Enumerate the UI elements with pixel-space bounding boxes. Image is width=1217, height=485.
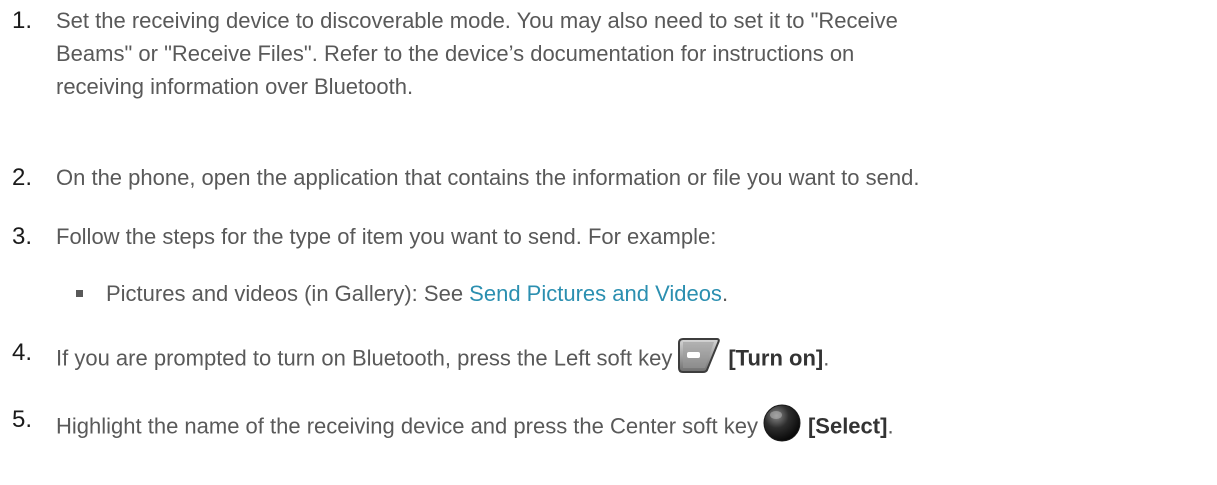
step-number: 3. — [12, 223, 33, 250]
step-number: 1. — [12, 7, 33, 34]
sub-item-text: Pictures and videos (in Gallery): See Se… — [106, 281, 729, 306]
step-text: Set the receiving device to discoverable… — [56, 8, 898, 99]
step-text: On the phone, open the application that … — [56, 165, 920, 190]
step-text: Follow the steps for the type of item yo… — [56, 224, 717, 249]
step-number: 2. — [12, 164, 33, 191]
step-text: If you are prompted to turn on Bluetooth… — [56, 336, 1205, 383]
center-soft-key-icon — [762, 403, 802, 452]
step-number: 5. — [12, 406, 33, 433]
step-text: Highlight the name of the receiving devi… — [56, 403, 1205, 452]
send-pictures-and-videos-link[interactable]: Send Pictures and Videos — [469, 281, 722, 306]
bullet-icon — [76, 290, 83, 297]
step-number: 4. — [12, 339, 33, 366]
left-soft-key-icon — [676, 336, 722, 383]
